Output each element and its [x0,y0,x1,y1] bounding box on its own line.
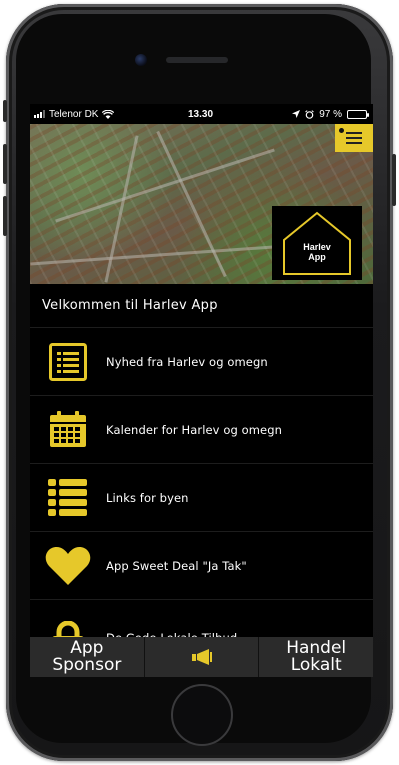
logo-line2: App [308,252,326,262]
hamburger-menu-icon [346,132,362,134]
calendar-icon [50,410,86,447]
app-screen: Telenor DK 13.30 97 % Harlev App Velkomm… [30,104,373,677]
harlev-app-logo: Harlev App [272,206,362,280]
megaphone-button[interactable] [145,637,260,677]
carrier-name: Telenor DK [49,108,99,120]
mute-switch [3,100,7,122]
menu-item-news[interactable]: Nyhed fra Harlev og omegn [30,328,373,396]
list-links-icon [48,478,87,516]
menu-item-label: Nyhed fra Harlev og omegn [106,354,268,369]
news-list-icon [49,342,87,381]
earpiece-speaker [166,57,228,63]
battery-percent: 97 % [319,108,342,120]
clock: 13.30 [188,108,214,120]
app-sponsor-button[interactable]: App Sponsor [30,637,145,677]
hero-road [55,148,275,223]
menu-item-label: Links for byen [106,490,189,505]
home-button[interactable] [171,684,233,746]
welcome-heading: Velkommen til Harlev App [30,284,373,328]
volume-down-button [3,196,7,236]
main-menu-list: Nyhed fra Harlev og omegn Kalender for H… [30,328,373,668]
app-sponsor-line2: Sponsor [52,655,122,675]
local-trade-button[interactable]: Handel Lokalt [259,637,373,677]
alarm-icon [305,109,315,119]
battery-icon [347,109,369,119]
bottom-tab-bar: App Sponsor Handel Lokalt [30,637,373,677]
wifi-icon [102,109,115,119]
front-camera [135,54,147,66]
power-button [392,154,396,206]
menu-item-sweet-deal[interactable]: App Sweet Deal "Ja Tak" [30,532,373,600]
menu-item-label: App Sweet Deal "Ja Tak" [106,558,247,573]
menu-item-calendar[interactable]: Kalender for Harlev og omegn [30,396,373,464]
hero-road [104,135,139,283]
location-icon [292,110,301,118]
hero-aerial-image: Harlev App [30,124,373,284]
menu-item-label: Kalender for Harlev og omegn [106,422,283,437]
signal-icon [34,110,45,118]
megaphone-icon [191,649,212,665]
menu-item-links[interactable]: Links for byen [30,464,373,532]
heart-icon [45,546,91,585]
volume-up-button [3,144,7,184]
logo-line1: Harlev [303,242,331,252]
hamburger-menu-button[interactable] [335,124,373,152]
local-trade-line2: Lokalt [290,655,342,675]
status-bar: Telenor DK 13.30 97 % [30,104,373,124]
